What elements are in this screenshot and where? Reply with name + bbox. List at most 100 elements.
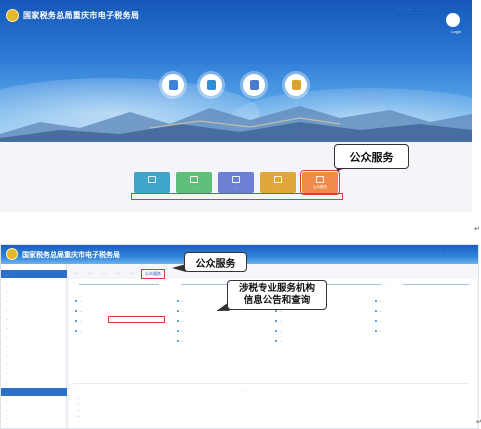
top-link[interactable]: …: [457, 251, 461, 255]
sidebar-item[interactable]: …: [6, 424, 10, 428]
service-link[interactable]: …: [177, 309, 185, 313]
notice-highlight: [131, 193, 343, 200]
sidebar-item[interactable]: …: [6, 344, 10, 348]
top-link[interactable]: …: [430, 6, 434, 11]
notice-title-right: …: [241, 387, 245, 392]
tab[interactable]: …: [85, 269, 95, 279]
tile-label: 公众服务: [313, 184, 327, 189]
user-avatar-icon[interactable]: [446, 13, 460, 27]
service-tile-4[interactable]: …: [260, 172, 296, 193]
document-icon: [168, 80, 178, 90]
circle-nav-3[interactable]: [243, 74, 265, 96]
person-icon: [291, 80, 301, 90]
service-link[interactable]: …: [375, 329, 383, 333]
tab[interactable]: …: [113, 269, 123, 279]
sidebar-item[interactable]: …: [6, 416, 10, 420]
tax-bureau-logo: [6, 248, 18, 260]
notice-item[interactable]: …: [77, 402, 81, 406]
section-divider: [79, 284, 159, 285]
circle-nav-label: …: [252, 100, 256, 105]
top-link[interactable]: …: [408, 6, 412, 11]
callout-public-service-tab: 公众服务: [184, 252, 247, 272]
sidebar-item[interactable]: …: [6, 335, 10, 339]
service-link[interactable]: …: [375, 309, 383, 313]
sidebar-section-header[interactable]: …: [1, 388, 67, 396]
tab-public-service[interactable]: 公众服务: [141, 269, 165, 279]
service-tile-1[interactable]: …: [134, 172, 170, 193]
sidebar-item[interactable]: …: [6, 353, 10, 357]
section-divider: [403, 284, 469, 285]
service-link[interactable]: …: [275, 339, 283, 343]
top-link[interactable]: …: [428, 251, 432, 255]
sidebar-item[interactable]: …: [6, 362, 10, 366]
service-link[interactable]: …: [275, 329, 283, 333]
sidebar-item[interactable]: …: [6, 308, 10, 312]
tile-label: …: [150, 185, 154, 189]
return-mark: ↵: [474, 226, 480, 233]
callout-public-service: 公众服务: [334, 144, 409, 169]
sidebar-item[interactable]: …: [6, 317, 10, 321]
tab[interactable]: …: [99, 269, 109, 279]
circle-nav-4[interactable]: [285, 74, 307, 96]
sidebar-item[interactable]: …: [6, 299, 10, 303]
service-link[interactable]: …: [375, 299, 383, 303]
notice-title: …: [77, 387, 81, 392]
top-link[interactable]: …: [397, 6, 401, 11]
service-tile-2[interactable]: …: [176, 172, 212, 193]
service-link[interactable]: …: [75, 319, 83, 323]
sidebar: … … … … … … … … … … … … … … … … … … …: [1, 264, 67, 428]
return-mark: ↵: [476, 419, 481, 426]
service-link[interactable]: …: [375, 319, 383, 323]
sidebar-item[interactable]: …: [6, 290, 10, 294]
notice-panel: … … … … … …: [73, 383, 468, 427]
grid-icon: [249, 80, 259, 90]
section-title: …: [383, 282, 387, 287]
top-link[interactable]: …: [447, 251, 451, 255]
tab-bar: … … … … … 公众服务: [71, 269, 165, 279]
calendar-icon: [206, 80, 216, 90]
public-service-tile[interactable]: 公众服务: [300, 170, 340, 195]
sidebar-item[interactable]: …: [6, 281, 10, 285]
sidebar-item[interactable]: …: [6, 326, 10, 330]
service-link[interactable]: …: [75, 299, 83, 303]
sidebar-section-header[interactable]: …: [1, 270, 67, 278]
sidebar-item[interactable]: …: [6, 399, 10, 403]
circle-nav-1[interactable]: [162, 74, 184, 96]
service-link[interactable]: …: [177, 339, 185, 343]
top-link[interactable]: …: [419, 6, 423, 11]
chart-icon: [232, 176, 240, 183]
circle-nav-label: …: [209, 100, 213, 105]
notice-item[interactable]: …: [77, 408, 81, 412]
circle-nav-2[interactable]: [200, 74, 222, 96]
chat-icon: [274, 176, 282, 183]
person-icon: [148, 176, 156, 183]
tax-agency-info-link[interactable]: …: [177, 319, 185, 323]
tile-label: …: [192, 185, 196, 189]
callout-line: 信息公告和查询: [243, 295, 311, 306]
service-link[interactable]: …: [177, 329, 185, 333]
tax-agency-link-highlight: [108, 316, 165, 323]
login-label[interactable]: Login: [451, 29, 461, 34]
site-title: 国家税务总局重庆市电子税务局: [22, 252, 120, 259]
circle-nav-label: …: [171, 100, 175, 105]
site-title: 国家税务总局重庆市电子税务局: [23, 11, 140, 20]
hero-banner: 国家税务总局重庆市电子税务局 … … … … Login … … … …: [0, 0, 472, 142]
top-links: … … … …: [397, 6, 434, 11]
service-link[interactable]: …: [75, 309, 83, 313]
sidebar-item[interactable]: …: [6, 380, 10, 384]
notice-item[interactable]: …: [77, 396, 81, 400]
tab[interactable]: …: [71, 269, 81, 279]
tab[interactable]: …: [127, 269, 137, 279]
sidebar-item[interactable]: …: [6, 371, 10, 375]
service-tile-3[interactable]: …: [218, 172, 254, 193]
circle-nav-label: …: [294, 100, 298, 105]
service-link[interactable]: …: [75, 329, 83, 333]
service-link[interactable]: …: [275, 319, 283, 323]
sidebar-section-title: …: [5, 272, 9, 277]
screenshot-home: 国家税务总局重庆市电子税务局 … … … … Login … … … … … ……: [0, 0, 472, 212]
notice-item[interactable]: …: [77, 414, 81, 418]
top-link[interactable]: …: [438, 251, 442, 255]
sidebar-item[interactable]: …: [6, 408, 10, 412]
service-link[interactable]: …: [177, 299, 185, 303]
sidebar-section-title: …: [5, 390, 9, 395]
